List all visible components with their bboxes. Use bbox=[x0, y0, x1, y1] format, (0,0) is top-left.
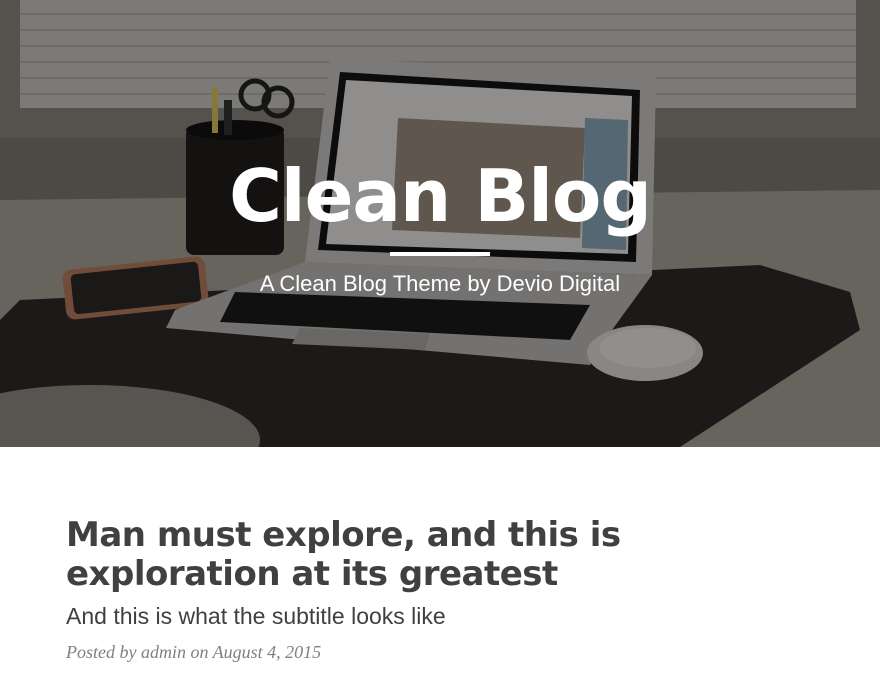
post-author-link[interactable]: admin bbox=[141, 642, 186, 662]
site-subtitle: A Clean Blog Theme by Devio Digital bbox=[259, 271, 621, 296]
post-meta-prefix: Posted by bbox=[66, 642, 137, 662]
hero-header: Clean Blog A Clean Blog Theme by Devio D… bbox=[0, 0, 880, 447]
post-date: August 4, 2015 bbox=[212, 642, 322, 662]
post-title[interactable]: Man must explore, and this is exploratio… bbox=[66, 516, 826, 594]
post-preview[interactable]: Man must explore, and this is exploratio… bbox=[66, 516, 826, 663]
site-heading: Clean Blog A Clean Blog Theme by Devio D… bbox=[0, 148, 880, 297]
site-title[interactable]: Clean Blog bbox=[0, 148, 880, 244]
post-subtitle[interactable]: And this is what the subtitle looks like bbox=[66, 603, 826, 630]
post-list: Man must explore, and this is exploratio… bbox=[66, 516, 826, 681]
title-divider bbox=[390, 252, 490, 256]
post-meta-on: on bbox=[190, 642, 209, 662]
